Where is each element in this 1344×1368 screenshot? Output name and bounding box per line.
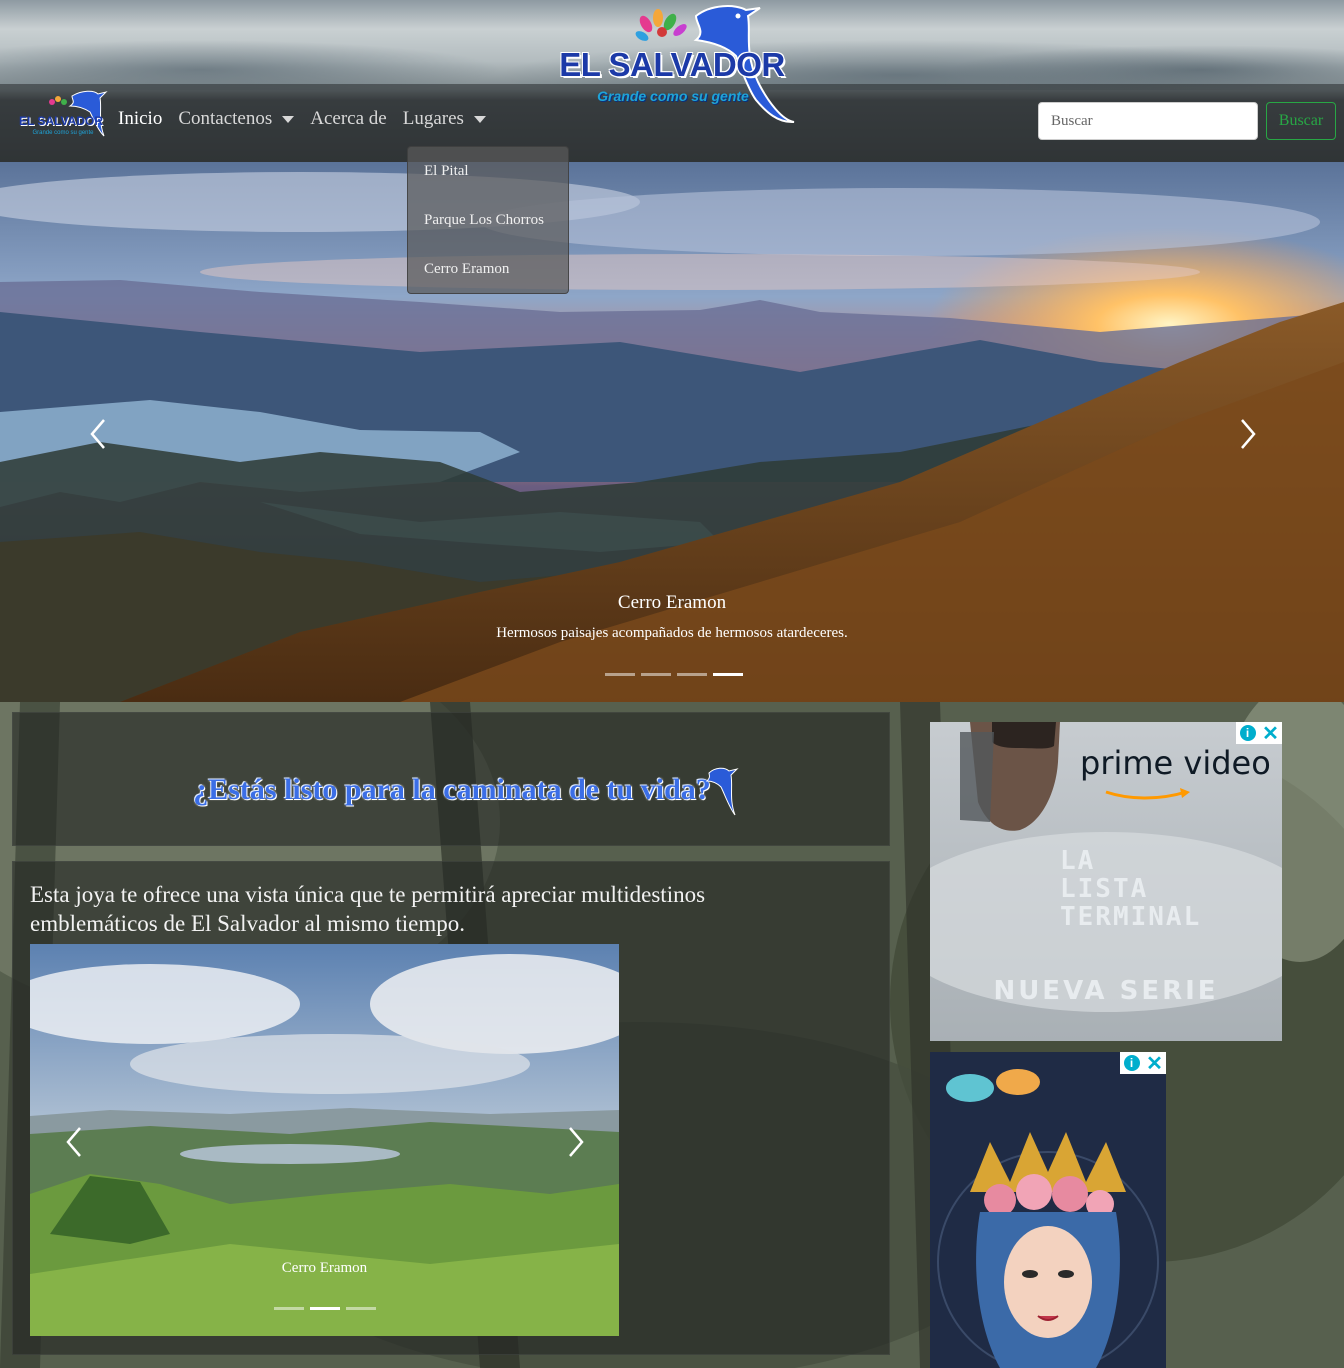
ad-tagline: NUEVA SERIE — [993, 976, 1219, 1006]
nav-item-lugares[interactable]: Lugares — [403, 108, 486, 130]
caret-down-icon — [473, 115, 486, 123]
ad-prime-video[interactable]: prime video LA LISTA TERMINAL NUEVA SERI… — [930, 722, 1282, 1041]
nav-item-label: Lugares — [402, 108, 464, 129]
hero-caption-title: Cerro Eramon — [617, 592, 727, 613]
intro-paragraph: Esta joya te ofrece una vista única que … — [30, 882, 706, 936]
inner-carousel: Cerro Eramon — [30, 944, 619, 1336]
navbar-brand-logo[interactable]: EL SALVADOR Grande como su gente — [12, 90, 110, 146]
dropdown-item-el-pital[interactable]: El Pital — [408, 155, 568, 204]
carousel-next-icon[interactable] — [1232, 414, 1262, 454]
ad-info-icon[interactable]: i — [1236, 722, 1259, 744]
ad-illustration[interactable]: i ✕ — [930, 1052, 1166, 1368]
brand-slogan: Grande como su gente — [597, 88, 749, 104]
nav-item-contactenos[interactable]: Contactenos — [178, 108, 295, 130]
nav-item-inicio[interactable]: Inicio — [118, 108, 162, 130]
ad-series-title-line: LA — [1060, 846, 1096, 876]
caret-down-icon — [282, 115, 295, 123]
el-salvador-logo: EL SALVADOR Grande como su gente — [546, 2, 798, 126]
inner-caption: Cerro Eramon — [281, 1260, 368, 1276]
search-button[interactable]: Buscar — [1266, 102, 1336, 140]
inner-carousel-prev-icon[interactable] — [60, 1122, 90, 1162]
carousel-indicator-active[interactable] — [310, 1307, 340, 1310]
ad-controls: i ✕ — [1236, 722, 1282, 745]
brand-title: EL SALVADOR — [559, 46, 785, 83]
heading-panel: ¿Estás listo para la caminata de tu vida… — [12, 712, 890, 846]
navbar-brand-slogan: Grande como su gente — [32, 130, 94, 136]
carousel-prev-icon[interactable] — [84, 414, 114, 454]
ad-series-title-line: LISTA — [1060, 874, 1149, 904]
search-input[interactable] — [1038, 102, 1258, 140]
navbar-brand-title: EL SALVADOR — [18, 114, 103, 128]
inner-carousel-next-icon[interactable] — [560, 1122, 590, 1162]
nav-menu: Inicio Contactenos Acerca de Lugares — [118, 108, 486, 130]
hero-carousel-indicators — [605, 673, 743, 676]
nav-item-label: Contactenos — [178, 108, 273, 129]
inner-carousel-indicators — [274, 1307, 376, 1310]
ad-illustration-image — [930, 1052, 1166, 1368]
lugares-dropdown-menu: El Pital Parque Los Chorros Cerro Eramon — [407, 146, 569, 294]
hero-slide-image — [0, 162, 1344, 702]
dropdown-item-cerro-eramon[interactable]: Cerro Eramon — [408, 253, 568, 302]
hero-caption-text: Hermosos paisajes acompañados de hermoso… — [496, 625, 848, 641]
carousel-indicator[interactable] — [274, 1307, 304, 1310]
ad-info-icon[interactable]: i — [1120, 1052, 1143, 1074]
ad-brand: prime video — [1080, 744, 1271, 782]
nav-item-acerca-de[interactable]: Acerca de — [310, 108, 386, 130]
carousel-indicator-active[interactable] — [713, 673, 743, 676]
carousel-indicator[interactable] — [605, 673, 635, 676]
dropdown-item-parque-los-chorros[interactable]: Parque Los Chorros — [408, 204, 568, 253]
hero-carousel: Cerro Eramon Hermosos paisajes acompañad… — [0, 162, 1344, 702]
main-heading: ¿Estás listo para la caminata de tu vida… — [193, 773, 711, 806]
carousel-indicator[interactable] — [677, 673, 707, 676]
ad-controls: i ✕ — [1120, 1052, 1166, 1075]
nav-item-label: Inicio — [118, 108, 163, 129]
carousel-indicator[interactable] — [641, 673, 671, 676]
ad-series-title-line: TERMINAL — [1060, 902, 1202, 932]
inner-slide-image — [30, 944, 619, 1336]
ad-close-icon[interactable]: ✕ — [1143, 1052, 1166, 1075]
hummingbird-icon — [705, 767, 739, 816]
ad-close-icon[interactable]: ✕ — [1259, 722, 1282, 745]
carousel-indicator[interactable] — [346, 1307, 376, 1310]
nav-item-label: Acerca de — [310, 108, 387, 129]
ad-series-title: LA LISTA TERMINAL — [1060, 847, 1201, 931]
